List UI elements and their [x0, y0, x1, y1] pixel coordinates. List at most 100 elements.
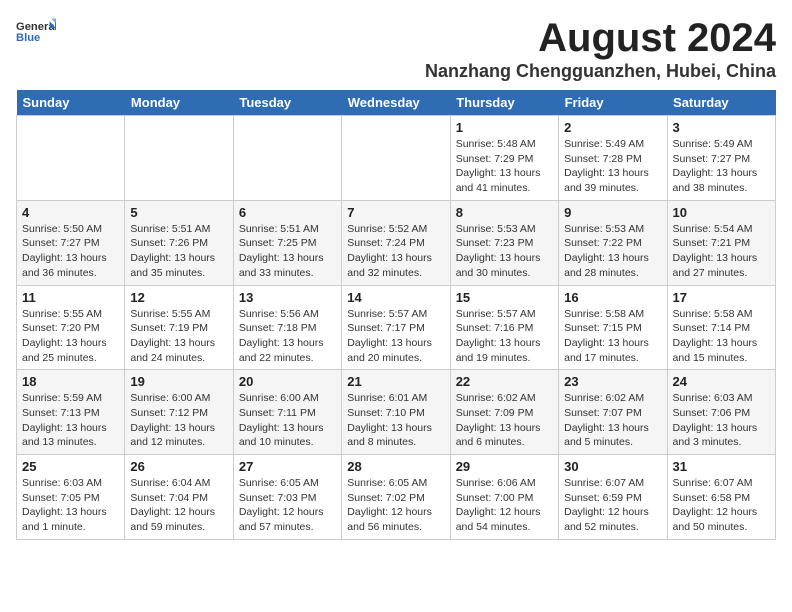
table-cell: 14 Sunrise: 5:57 AMSunset: 7:17 PMDayligh…	[342, 285, 450, 370]
day-number: 19	[130, 374, 227, 389]
table-cell: 21Sunrise: 6:01 AMSunset: 7:10 PMDayligh…	[342, 370, 450, 455]
table-cell: 6 Sunrise: 5:51 AMSunset: 7:25 PMDaylight…	[233, 200, 341, 285]
day-number: 18	[22, 374, 119, 389]
table-cell	[342, 116, 450, 201]
day-number: 17	[673, 290, 770, 305]
table-cell	[125, 116, 233, 201]
day-number: 13	[239, 290, 336, 305]
table-cell: 25Sunrise: 6:03 AMSunset: 7:05 PMDayligh…	[17, 455, 125, 540]
table-cell: 11 Sunrise: 5:55 AMSunset: 7:20 PMDayligh…	[17, 285, 125, 370]
logo: General Blue	[16, 16, 56, 46]
table-cell: 4Sunrise: 5:50 AMSunset: 7:27 PMDaylight…	[17, 200, 125, 285]
day-number: 10	[673, 205, 770, 220]
day-number: 29	[456, 459, 553, 474]
table-cell: 27 Sunrise: 6:05 AMSunset: 7:03 PMDayligh…	[233, 455, 341, 540]
day-info: Sunrise: 6:00 AMSunset: 7:11 PMDaylight:…	[239, 391, 336, 450]
logo-icon: General Blue	[16, 16, 56, 46]
title-location: Nanzhang Chengguanzhen, Hubei, China	[425, 61, 776, 82]
day-number: 3	[673, 120, 770, 135]
week-row-2: 4Sunrise: 5:50 AMSunset: 7:27 PMDaylight…	[17, 200, 776, 285]
day-number: 30	[564, 459, 661, 474]
day-info: Sunrise: 6:05 AMSunset: 7:02 PMDaylight:…	[347, 476, 444, 535]
table-cell: 31Sunrise: 6:07 AMSunset: 6:58 PMDayligh…	[667, 455, 775, 540]
day-info: Sunrise: 5:52 AMSunset: 7:24 PMDaylight:…	[347, 222, 444, 281]
table-cell: 18 Sunrise: 5:59 AMSunset: 7:13 PMDayligh…	[17, 370, 125, 455]
table-cell	[233, 116, 341, 201]
day-number: 22	[456, 374, 553, 389]
day-number: 1	[456, 120, 553, 135]
table-cell: 15 Sunrise: 5:57 AMSunset: 7:16 PMDayligh…	[450, 285, 558, 370]
day-info: Sunrise: 5:58 AMSunset: 7:15 PMDaylight:…	[564, 307, 661, 366]
header-monday: Monday	[125, 90, 233, 116]
day-info: Sunrise: 6:02 AMSunset: 7:09 PMDaylight:…	[456, 391, 553, 450]
table-cell: 19 Sunrise: 6:00 AMSunset: 7:12 PMDayligh…	[125, 370, 233, 455]
day-number: 24	[673, 374, 770, 389]
day-info: Sunrise: 5:55 AMSunset: 7:19 PMDaylight:…	[130, 307, 227, 366]
day-number: 15	[456, 290, 553, 305]
day-number: 21	[347, 374, 444, 389]
day-number: 20	[239, 374, 336, 389]
day-info: Sunrise: 5:51 AMSunset: 7:25 PMDaylight:…	[239, 222, 336, 281]
table-cell: 7 Sunrise: 5:52 AMSunset: 7:24 PMDaylight…	[342, 200, 450, 285]
week-row-3: 11 Sunrise: 5:55 AMSunset: 7:20 PMDayligh…	[17, 285, 776, 370]
day-info: Sunrise: 5:57 AMSunset: 7:16 PMDaylight:…	[456, 307, 553, 366]
day-number: 11	[22, 290, 119, 305]
table-cell: 17Sunrise: 5:58 AMSunset: 7:14 PMDayligh…	[667, 285, 775, 370]
table-cell: 22 Sunrise: 6:02 AMSunset: 7:09 PMDayligh…	[450, 370, 558, 455]
day-number: 14	[347, 290, 444, 305]
title-month: August 2024	[425, 16, 776, 61]
day-number: 4	[22, 205, 119, 220]
day-info: Sunrise: 5:55 AMSunset: 7:20 PMDaylight:…	[22, 307, 119, 366]
week-row-1: 1 Sunrise: 5:48 AMSunset: 7:29 PMDaylight…	[17, 116, 776, 201]
day-info: Sunrise: 5:48 AMSunset: 7:29 PMDaylight:…	[456, 137, 553, 196]
day-info: Sunrise: 5:54 AMSunset: 7:21 PMDaylight:…	[673, 222, 770, 281]
table-cell: 10 Sunrise: 5:54 AMSunset: 7:21 PMDayligh…	[667, 200, 775, 285]
day-number: 5	[130, 205, 227, 220]
day-number: 26	[130, 459, 227, 474]
header-tuesday: Tuesday	[233, 90, 341, 116]
header-wednesday: Wednesday	[342, 90, 450, 116]
day-number: 7	[347, 205, 444, 220]
day-number: 12	[130, 290, 227, 305]
day-number: 27	[239, 459, 336, 474]
table-cell: 29 Sunrise: 6:06 AMSunset: 7:00 PMDayligh…	[450, 455, 558, 540]
day-info: Sunrise: 6:00 AMSunset: 7:12 PMDaylight:…	[130, 391, 227, 450]
table-cell: 3 Sunrise: 5:49 AMSunset: 7:27 PMDaylight…	[667, 116, 775, 201]
table-cell: 28 Sunrise: 6:05 AMSunset: 7:02 PMDayligh…	[342, 455, 450, 540]
day-info: Sunrise: 6:07 AMSunset: 6:58 PMDaylight:…	[673, 476, 770, 535]
day-info: Sunrise: 5:49 AMSunset: 7:28 PMDaylight:…	[564, 137, 661, 196]
title-area: August 2024 Nanzhang Chengguanzhen, Hube…	[425, 16, 776, 82]
table-cell: 1 Sunrise: 5:48 AMSunset: 7:29 PMDaylight…	[450, 116, 558, 201]
week-row-5: 25Sunrise: 6:03 AMSunset: 7:05 PMDayligh…	[17, 455, 776, 540]
table-cell: 16Sunrise: 5:58 AMSunset: 7:15 PMDayligh…	[559, 285, 667, 370]
table-cell: 2 Sunrise: 5:49 AMSunset: 7:28 PMDaylight…	[559, 116, 667, 201]
day-info: Sunrise: 5:49 AMSunset: 7:27 PMDaylight:…	[673, 137, 770, 196]
day-info: Sunrise: 6:05 AMSunset: 7:03 PMDaylight:…	[239, 476, 336, 535]
header-saturday: Saturday	[667, 90, 775, 116]
day-number: 9	[564, 205, 661, 220]
header-thursday: Thursday	[450, 90, 558, 116]
day-info: Sunrise: 5:56 AMSunset: 7:18 PMDaylight:…	[239, 307, 336, 366]
table-cell: 13 Sunrise: 5:56 AMSunset: 7:18 PMDayligh…	[233, 285, 341, 370]
day-info: Sunrise: 5:57 AMSunset: 7:17 PMDaylight:…	[347, 307, 444, 366]
day-number: 2	[564, 120, 661, 135]
day-number: 8	[456, 205, 553, 220]
day-info: Sunrise: 6:03 AMSunset: 7:06 PMDaylight:…	[673, 391, 770, 450]
day-number: 6	[239, 205, 336, 220]
days-header-row: Sunday Monday Tuesday Wednesday Thursday…	[17, 90, 776, 116]
day-info: Sunrise: 6:02 AMSunset: 7:07 PMDaylight:…	[564, 391, 661, 450]
day-info: Sunrise: 6:06 AMSunset: 7:00 PMDaylight:…	[456, 476, 553, 535]
page-header: General Blue August 2024 Nanzhang Chengg…	[16, 16, 776, 82]
day-info: Sunrise: 5:59 AMSunset: 7:13 PMDaylight:…	[22, 391, 119, 450]
table-cell: 26 Sunrise: 6:04 AMSunset: 7:04 PMDayligh…	[125, 455, 233, 540]
day-info: Sunrise: 6:07 AMSunset: 6:59 PMDaylight:…	[564, 476, 661, 535]
table-cell: 20 Sunrise: 6:00 AMSunset: 7:11 PMDayligh…	[233, 370, 341, 455]
day-info: Sunrise: 5:51 AMSunset: 7:26 PMDaylight:…	[130, 222, 227, 281]
table-cell	[17, 116, 125, 201]
day-info: Sunrise: 6:04 AMSunset: 7:04 PMDaylight:…	[130, 476, 227, 535]
header-friday: Friday	[559, 90, 667, 116]
table-cell: 9Sunrise: 5:53 AMSunset: 7:22 PMDaylight…	[559, 200, 667, 285]
table-cell: 8Sunrise: 5:53 AMSunset: 7:23 PMDaylight…	[450, 200, 558, 285]
day-number: 28	[347, 459, 444, 474]
day-number: 23	[564, 374, 661, 389]
